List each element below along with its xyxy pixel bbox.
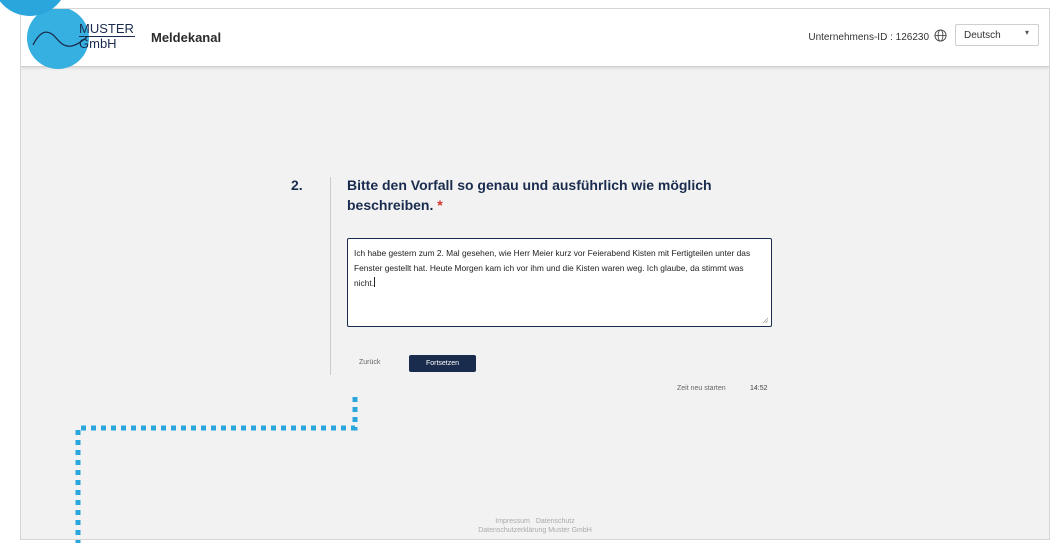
- tutorial-dotted-path: [75, 397, 358, 543]
